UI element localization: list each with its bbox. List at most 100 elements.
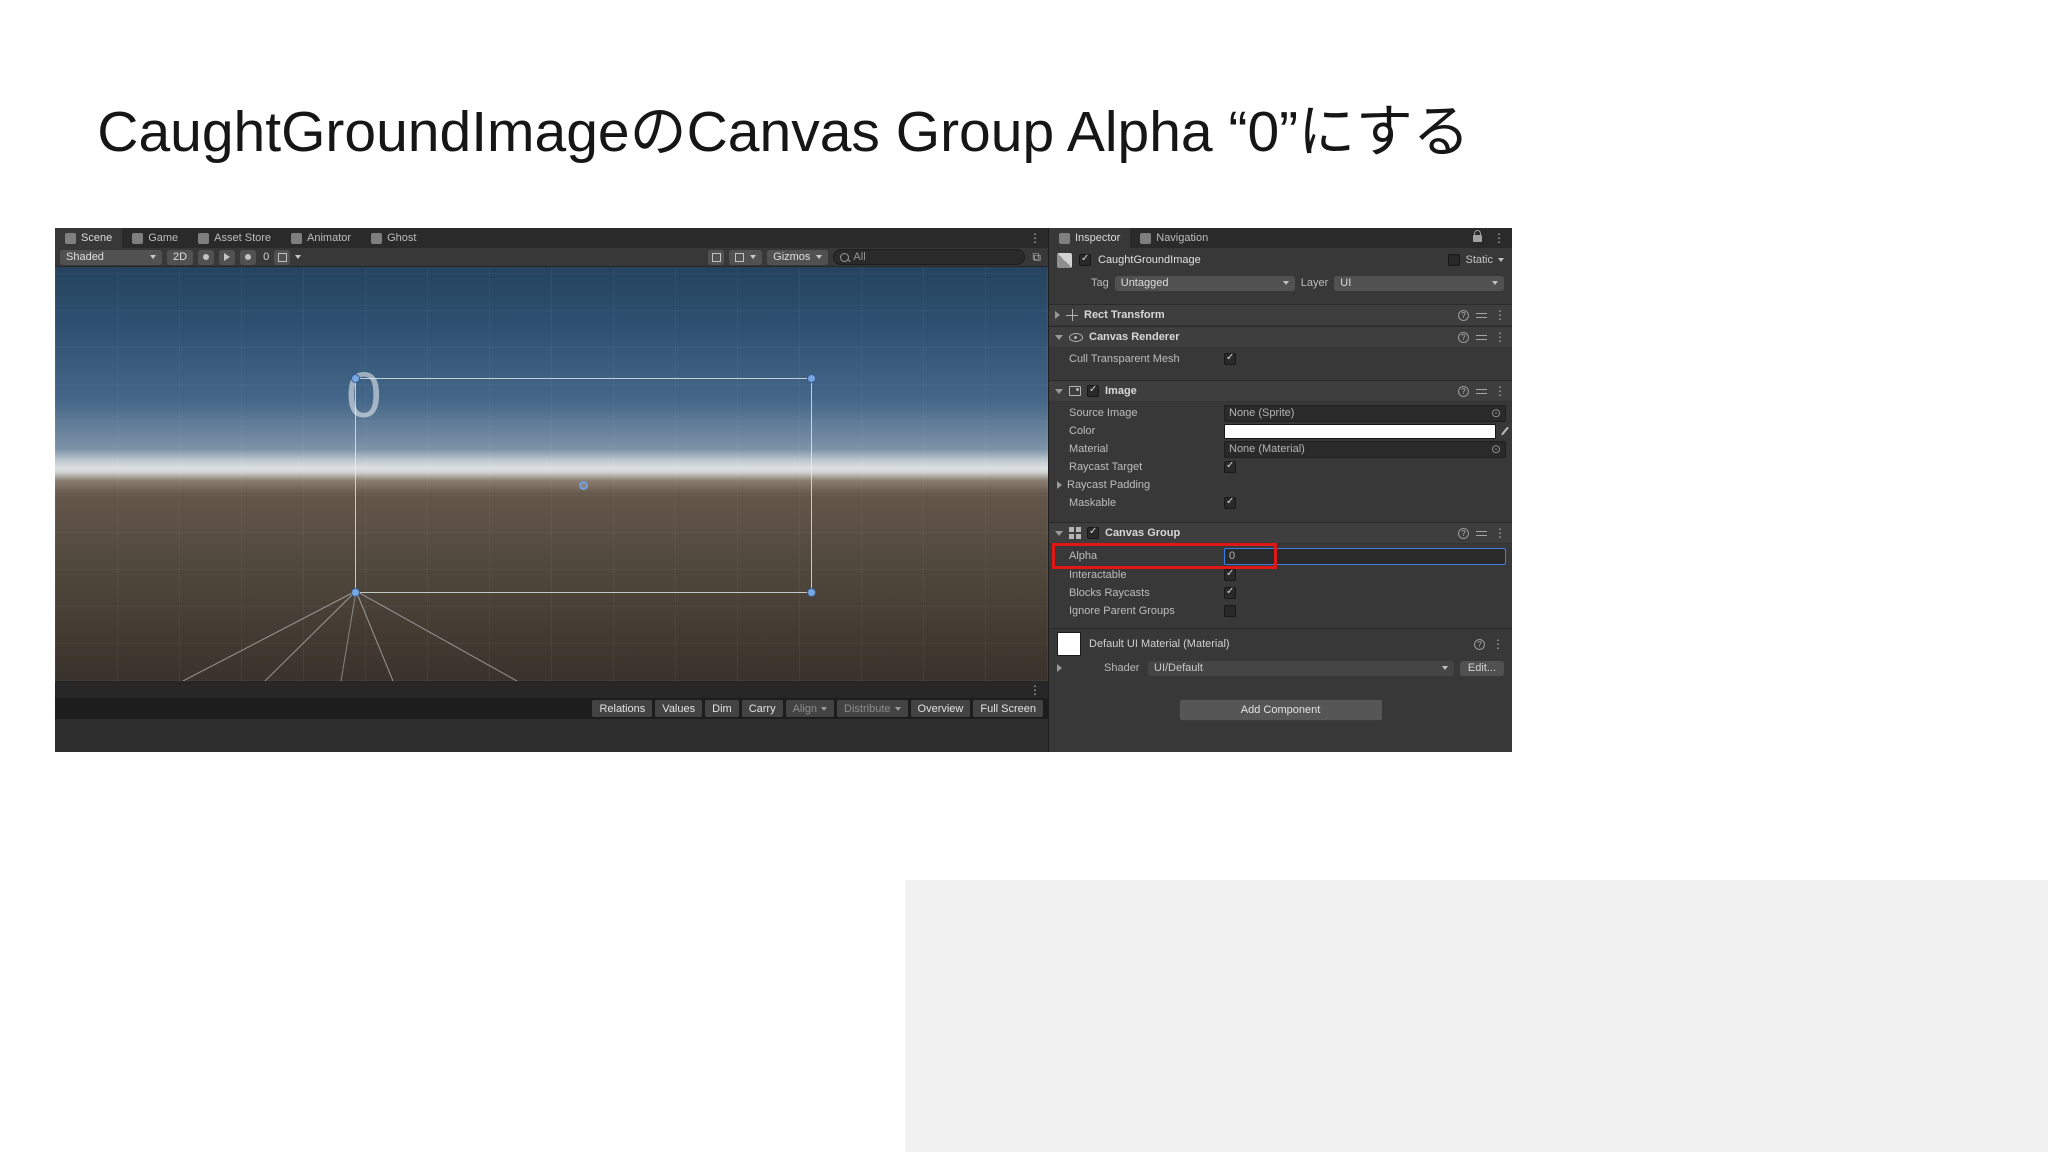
component-header-rect-transform[interactable]: Rect Transform ? ⋮ — [1049, 304, 1512, 326]
chevron-down-icon — [1441, 666, 1448, 670]
rect-handle-top-right[interactable] — [807, 374, 816, 383]
grid-visibility-icon[interactable] — [274, 249, 291, 265]
component-header-image[interactable]: Image ? ⋮ — [1049, 380, 1512, 402]
carry-button[interactable]: Carry — [741, 700, 783, 717]
gameobject-name-field[interactable]: CaughtGroundImage — [1098, 254, 1441, 266]
help-icon[interactable]: ? — [1458, 385, 1469, 397]
grid-dropdown-icon[interactable] — [295, 255, 302, 259]
tag-label: Tag — [1091, 277, 1109, 289]
tab-animator[interactable]: Animator — [281, 228, 361, 248]
asset-store-icon — [198, 232, 210, 244]
edit-button[interactable]: Edit... — [1459, 660, 1504, 676]
foldout-collapsed-icon[interactable] — [1057, 481, 1062, 489]
help-icon[interactable]: ? — [1458, 331, 1469, 343]
values-button[interactable]: Values — [655, 700, 703, 717]
full-screen-button[interactable]: Full Screen — [973, 700, 1043, 717]
chevron-down-icon — [150, 255, 156, 259]
tab-navigation-label: Navigation — [1156, 232, 1209, 244]
tab-game-label: Game — [148, 232, 179, 244]
tab-scene[interactable]: Scene — [55, 228, 123, 248]
lock-icon[interactable] — [1473, 229, 1482, 242]
tab-scene-label: Scene — [81, 232, 113, 244]
layer-dropdown[interactable]: UI — [1334, 275, 1504, 291]
active-checkbox[interactable] — [1079, 253, 1091, 266]
preset-icon[interactable] — [1476, 386, 1487, 396]
more-icon[interactable]: ⋮ — [1494, 308, 1506, 322]
component-header-canvas-group[interactable]: Canvas Group ? ⋮ — [1049, 522, 1512, 544]
chevron-down-icon — [1498, 258, 1504, 262]
preset-icon[interactable] — [1476, 332, 1487, 342]
camera-dropdown[interactable] — [729, 249, 763, 265]
tab-ghost[interactable]: Ghost — [361, 228, 426, 248]
gizmos-dropdown[interactable]: Gizmos — [767, 249, 829, 265]
tab-game[interactable]: Game — [122, 228, 188, 248]
2d-toggle[interactable]: 2D — [167, 249, 194, 265]
help-icon[interactable]: ? — [1458, 527, 1469, 539]
scene-more-icon[interactable]: ⋮ — [1022, 228, 1048, 248]
static-checkbox[interactable] — [1448, 254, 1461, 266]
foldout-expanded-icon[interactable] — [1055, 334, 1063, 340]
effects-toggle-icon[interactable] — [240, 249, 257, 265]
maximize-icon[interactable]: ⧉ — [1030, 250, 1043, 265]
add-component-button[interactable]: Add Component — [1178, 699, 1383, 721]
overview-button[interactable]: Overview — [910, 700, 971, 717]
more-icon[interactable]: ⋮ — [1494, 384, 1506, 398]
audio-toggle-icon[interactable] — [219, 249, 236, 265]
color-swatch-field[interactable] — [1224, 423, 1496, 439]
property-label: Cull Transparent Mesh — [1069, 353, 1180, 365]
tab-asset-store[interactable]: Asset Store — [188, 228, 281, 248]
selected-rect-gizmo[interactable] — [351, 374, 816, 597]
tab-inspector[interactable]: Inspector — [1049, 228, 1131, 248]
rect-handle-bottom-left[interactable] — [351, 588, 360, 597]
foldout-expanded-icon[interactable] — [1055, 530, 1063, 536]
align-button[interactable]: Align — [785, 700, 835, 717]
material-preview-header[interactable]: Default UI Material (Material) ? ⋮ — [1049, 628, 1512, 659]
eyedropper-icon[interactable] — [1501, 426, 1509, 436]
relations-button[interactable]: Relations — [592, 700, 653, 717]
help-icon[interactable]: ? — [1474, 638, 1485, 650]
tools-icon[interactable] — [708, 249, 725, 265]
subbar-more-icon[interactable]: ⋮ — [1022, 683, 1048, 697]
shaded-dropdown[interactable]: Shaded — [60, 249, 162, 265]
image-enabled-checkbox[interactable] — [1087, 384, 1099, 397]
inspector-more-icon[interactable]: ⋮ — [1486, 228, 1512, 248]
preset-icon[interactable] — [1476, 528, 1487, 538]
material-object-field[interactable]: None (Material) ⊙ — [1224, 440, 1506, 458]
tag-dropdown[interactable]: Untagged — [1114, 275, 1295, 291]
object-picker-icon[interactable]: ⊙ — [1491, 407, 1501, 419]
foldout-expanded-icon[interactable] — [1055, 388, 1063, 394]
preset-icon[interactable] — [1476, 310, 1487, 320]
tab-navigation[interactable]: Navigation — [1130, 228, 1218, 248]
cull-transparent-mesh-checkbox[interactable] — [1224, 352, 1236, 365]
more-icon[interactable]: ⋮ — [1492, 637, 1504, 651]
more-icon[interactable]: ⋮ — [1494, 526, 1506, 540]
foldout-collapsed-icon[interactable] — [1057, 664, 1062, 672]
more-icon[interactable]: ⋮ — [1494, 330, 1506, 344]
scene-viewport[interactable]: 0 — [55, 267, 1048, 681]
distribute-button[interactable]: Distribute — [837, 700, 908, 717]
rect-handle-bottom-right[interactable] — [807, 588, 816, 597]
help-icon[interactable]: ? — [1458, 309, 1469, 321]
tab-animator-label: Animator — [307, 232, 352, 244]
lighting-toggle-icon[interactable] — [198, 249, 215, 265]
maskable-checkbox[interactable] — [1224, 496, 1236, 509]
source-image-object-field[interactable]: None (Sprite) ⊙ — [1224, 404, 1506, 422]
raycast-target-checkbox[interactable] — [1224, 460, 1236, 473]
object-picker-icon[interactable]: ⊙ — [1491, 443, 1501, 455]
game-icon — [132, 232, 144, 244]
dim-button[interactable]: Dim — [705, 700, 739, 717]
component-header-canvas-renderer[interactable]: Canvas Renderer ? ⋮ — [1049, 326, 1512, 348]
rect-handle-top-left[interactable] — [351, 374, 360, 383]
ignore-parent-groups-checkbox[interactable] — [1224, 605, 1236, 617]
scene-search-input[interactable]: All — [833, 249, 1026, 265]
property-label: Material — [1069, 443, 1109, 455]
blocks-raycasts-checkbox[interactable] — [1224, 586, 1236, 599]
rect-pivot[interactable] — [578, 480, 588, 490]
camera-icon — [735, 252, 745, 262]
foldout-collapsed-icon[interactable] — [1055, 311, 1060, 319]
static-control[interactable]: Static — [1448, 254, 1504, 266]
interactable-checkbox[interactable] — [1224, 568, 1236, 581]
canvas-group-enabled-checkbox[interactable] — [1087, 526, 1099, 539]
alpha-value-field[interactable]: 0 — [1224, 547, 1506, 565]
shader-dropdown[interactable]: UI/Default — [1148, 660, 1454, 676]
